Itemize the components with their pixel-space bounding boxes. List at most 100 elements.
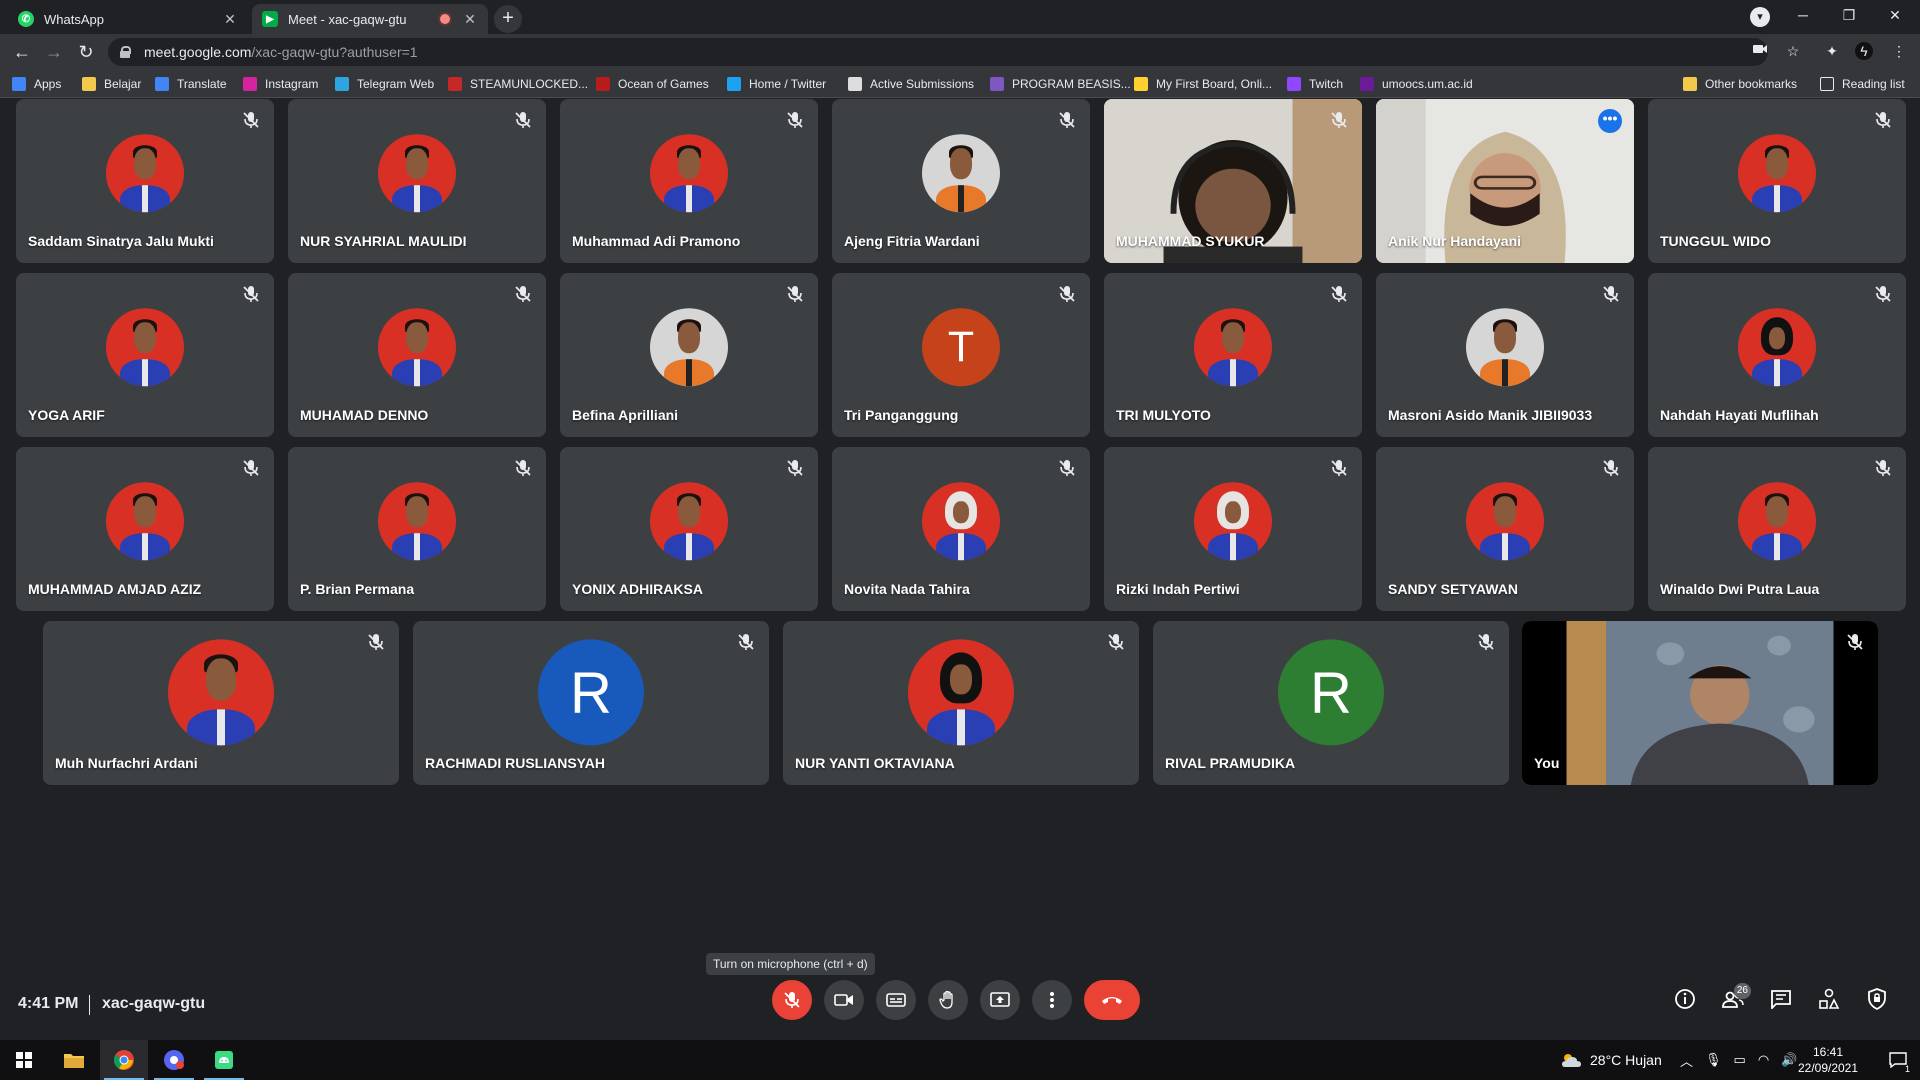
participant-name: Muhammad Adi Pramono bbox=[572, 233, 741, 249]
captions-button[interactable] bbox=[876, 980, 916, 1020]
camera-in-use-icon[interactable] bbox=[1751, 42, 1769, 60]
battery-icon[interactable]: ▭ bbox=[1734, 1052, 1746, 1068]
reading-list-button[interactable]: Reading list bbox=[1820, 75, 1905, 93]
participant-tile-tunggul-wido[interactable]: TUNGGUL WIDO bbox=[1648, 99, 1906, 263]
chrome-profile-icon[interactable] bbox=[150, 1040, 198, 1080]
profile-avatar-icon[interactable]: ϟ bbox=[1855, 42, 1873, 60]
reload-icon[interactable]: ↻ bbox=[74, 40, 98, 64]
android-app-icon[interactable] bbox=[200, 1040, 248, 1080]
participant-tile-p-brian-permana[interactable]: P. Brian Permana bbox=[288, 447, 546, 611]
minimize-icon[interactable]: ─ bbox=[1780, 0, 1826, 32]
more-options-button[interactable] bbox=[1032, 980, 1072, 1020]
forward-icon[interactable]: → bbox=[42, 40, 66, 64]
taskbar-clock[interactable]: 16:41 22/09/2021 bbox=[1792, 1044, 1864, 1076]
twitch-icon bbox=[1287, 77, 1301, 91]
folder-icon bbox=[82, 77, 96, 91]
participant-tile-winaldo-dwi-putra-laua[interactable]: Winaldo Dwi Putra Laua bbox=[1648, 447, 1906, 611]
participant-tile-sandy-setyawan[interactable]: SANDY SETYAWAN bbox=[1376, 447, 1634, 611]
bookmark-instagram[interactable]: Instagram bbox=[243, 75, 318, 93]
participant-tile-tri-mulyoto[interactable]: TRI MULYOTO bbox=[1104, 273, 1362, 437]
windows-start-icon[interactable] bbox=[0, 1040, 48, 1080]
participant-tile-muhammad-adi-pramono[interactable]: Muhammad Adi Pramono bbox=[560, 99, 818, 263]
participant-tile-nur-syahrial-maulidi[interactable]: NUR SYAHRIAL MAULIDI bbox=[288, 99, 546, 263]
bookmark-my-first-board-onli[interactable]: My First Board, Onli... bbox=[1134, 75, 1272, 93]
participant-name: Masroni Asido Manik JIBII9033 bbox=[1388, 407, 1593, 423]
close-tab-icon[interactable]: ✕ bbox=[222, 11, 238, 28]
participant-tile-rizki-indah-pertiwi[interactable]: Rizki Indah Pertiwi bbox=[1104, 447, 1362, 611]
participant-name: Tri Panganggung bbox=[844, 407, 959, 423]
microphone-toggle-button[interactable] bbox=[772, 980, 812, 1020]
bookmark-umoocs-um-ac-id[interactable]: umoocs.um.ac.id bbox=[1360, 75, 1473, 93]
avatar-photo bbox=[922, 482, 1000, 561]
address-bar[interactable]: meet.google.com/xac-gaqw-gtu?authuser=1 bbox=[108, 38, 1768, 66]
present-screen-button[interactable] bbox=[980, 980, 1020, 1020]
meeting-details-button[interactable] bbox=[1671, 985, 1699, 1013]
participants-button[interactable]: 26 bbox=[1719, 983, 1751, 1013]
bookmark-ocean-of-games[interactable]: Ocean of Games bbox=[596, 75, 709, 93]
participant-tile-befina-aprilliani[interactable]: Befina Aprilliani bbox=[560, 273, 818, 437]
close-window-icon[interactable]: ✕ bbox=[1872, 0, 1918, 32]
bookmark-star-icon[interactable]: ☆ bbox=[1784, 42, 1802, 60]
participant-tile-yonix-adhiraksa[interactable]: YONIX ADHIRAKSA bbox=[560, 447, 818, 611]
participant-tile-you[interactable]: You bbox=[1522, 621, 1878, 785]
participant-tile-masroni-asido-manik-jibii9033[interactable]: Masroni Asido Manik JIBII9033 bbox=[1376, 273, 1634, 437]
participant-tile-anik-nur-handayani[interactable]: ••• Anik Nur Handayani bbox=[1376, 99, 1634, 263]
tray-expand-icon[interactable]: ︿ bbox=[1680, 1051, 1693, 1070]
participant-tile-muhammad-amjad-aziz[interactable]: MUHAMMAD AMJAD AZIZ bbox=[16, 447, 274, 611]
bookmark-belajar[interactable]: Belajar bbox=[82, 75, 141, 93]
participant-tile-rachmadi-rusliansyah[interactable]: R RACHMADI RUSLIANSYAH bbox=[413, 621, 769, 785]
participant-name: RACHMADI RUSLIANSYAH bbox=[425, 755, 605, 771]
participant-tile-nahdah-hayati-muflihah[interactable]: Nahdah Hayati Muflihah bbox=[1648, 273, 1906, 437]
chrome-menu-icon[interactable]: ⋮ bbox=[1890, 42, 1908, 60]
bookmark-twitch[interactable]: Twitch bbox=[1287, 75, 1343, 93]
participant-name: P. Brian Permana bbox=[300, 581, 415, 597]
participant-tile-ajeng-fitria-wardani[interactable]: Ajeng Fitria Wardani bbox=[832, 99, 1090, 263]
participant-tile-rival-pramudika[interactable]: R RIVAL PRAMUDIKA bbox=[1153, 621, 1509, 785]
bookmark-telegram-web[interactable]: Telegram Web bbox=[335, 75, 434, 93]
leave-call-button[interactable] bbox=[1084, 980, 1140, 1020]
participant-count-badge: 26 bbox=[1733, 983, 1751, 999]
camera-toggle-button[interactable] bbox=[824, 980, 864, 1020]
participant-tile-yoga-arif[interactable]: YOGA ARIF bbox=[16, 273, 274, 437]
participant-name: RIVAL PRAMUDIKA bbox=[1165, 755, 1296, 771]
lock-icon[interactable] bbox=[120, 46, 131, 58]
bookmark-apps[interactable]: Apps bbox=[12, 75, 61, 93]
muted-mic-icon bbox=[784, 283, 806, 305]
back-icon[interactable]: ← bbox=[10, 40, 34, 64]
tab-search-icon[interactable]: ▾ bbox=[1750, 7, 1770, 27]
notification-center-icon[interactable]: 1 bbox=[1880, 1040, 1916, 1080]
tab-whatsapp[interactable]: ✆ WhatsApp ✕ bbox=[8, 4, 248, 34]
avatar-photo bbox=[378, 134, 456, 213]
new-tab-button[interactable]: + bbox=[494, 5, 522, 33]
microphone-tray-icon[interactable]: 🎙 bbox=[1705, 1052, 1722, 1068]
participant-tile-muhamad-denno[interactable]: MUHAMAD DENNO bbox=[288, 273, 546, 437]
activities-button[interactable] bbox=[1815, 985, 1843, 1013]
restore-icon[interactable]: ❐ bbox=[1826, 0, 1872, 32]
wifi-icon[interactable]: ◠ bbox=[1758, 1052, 1769, 1068]
file-explorer-icon[interactable] bbox=[50, 1040, 98, 1080]
muted-mic-icon bbox=[1105, 631, 1127, 653]
bookmark-active-submissions[interactable]: Active Submissions bbox=[848, 75, 974, 93]
extensions-puzzle-icon[interactable]: ✦ bbox=[1823, 42, 1841, 60]
participant-tile-muh-nurfachri-ardani[interactable]: Muh Nurfachri Ardani bbox=[43, 621, 399, 785]
host-controls-button[interactable] bbox=[1863, 985, 1891, 1013]
raise-hand-button[interactable] bbox=[928, 980, 968, 1020]
other-bookmarks-folder[interactable]: Other bookmarks bbox=[1683, 75, 1797, 93]
chat-button[interactable] bbox=[1767, 985, 1795, 1013]
tab-meet[interactable]: ▶ Meet - xac-gaqw-gtu ✕ bbox=[252, 4, 488, 34]
participant-tile-muhammad-syukur[interactable]: MUHAMMAD SYUKUR bbox=[1104, 99, 1362, 263]
weather-widget[interactable]: 28°C Hujan bbox=[1560, 1040, 1662, 1080]
participant-tile-tri-panganggung[interactable]: T Tri Panganggung bbox=[832, 273, 1090, 437]
chrome-icon[interactable] bbox=[100, 1040, 148, 1080]
participant-tile-nur-yanti-oktaviana[interactable]: NUR YANTI OKTAVIANA bbox=[783, 621, 1139, 785]
participant-name: Winaldo Dwi Putra Laua bbox=[1660, 581, 1820, 597]
close-tab-icon[interactable]: ✕ bbox=[462, 11, 478, 28]
bookmark-home-twitter[interactable]: Home / Twitter bbox=[727, 75, 826, 93]
participant-tile-saddam-sinatrya-jalu-mukti[interactable]: Saddam Sinatrya Jalu Mukti bbox=[16, 99, 274, 263]
muted-mic-icon bbox=[1056, 457, 1078, 479]
bookmark-steamunlocked[interactable]: STEAMUNLOCKED... bbox=[448, 75, 588, 93]
bookmark-translate[interactable]: Translate bbox=[155, 75, 227, 93]
participant-tile-novita-nada-tahira[interactable]: Novita Nada Tahira bbox=[832, 447, 1090, 611]
bookmark-program-beasis[interactable]: PROGRAM BEASIS... bbox=[990, 75, 1131, 93]
tile-more-options-icon[interactable]: ••• bbox=[1598, 109, 1622, 133]
